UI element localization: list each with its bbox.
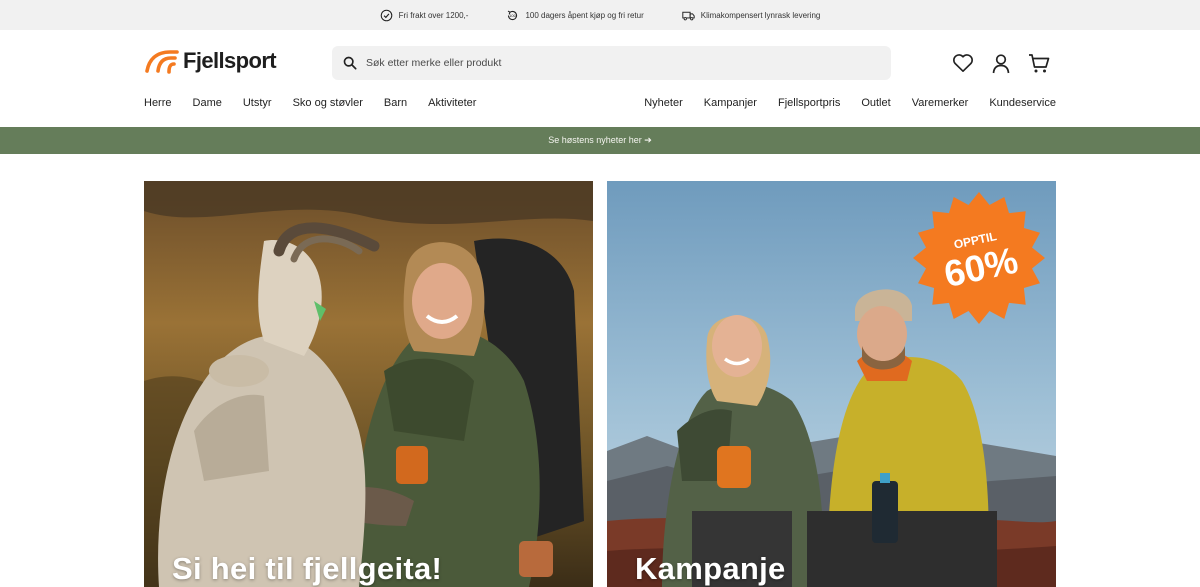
nav-item-nyheter[interactable]: Nyheter (644, 97, 683, 109)
usp-open-purchase: 100 100 dagers åpent kjøp og fri retur (506, 9, 644, 22)
secondary-nav: Nyheter Kampanjer Fjellsportpris Outlet … (644, 97, 1056, 109)
search-bar[interactable] (332, 46, 891, 80)
usp-text: Klimakompensert lynrask levering (700, 10, 821, 20)
cart-button[interactable] (1027, 52, 1050, 74)
nav-item-outlet[interactable]: Outlet (861, 97, 890, 109)
logo-mark-icon (145, 50, 179, 74)
hero-card-goat[interactable]: Si hei til fjellgeita! (144, 181, 593, 587)
main-nav: Herre Dame Utstyr Sko og støvler Barn Ak… (144, 97, 476, 109)
return-icon: 100 (508, 10, 518, 20)
site-header: Fjellsport Herre Dame Utstyr Sko og støv… (0, 30, 1200, 127)
nav-item-varemerker[interactable]: Varemerker (912, 97, 969, 109)
nav-item-kampanjer[interactable]: Kampanjer (704, 97, 757, 109)
usp-free-shipping: Fri frakt over 1200,- (380, 9, 469, 22)
hero-card-title: Kampanje (635, 551, 786, 586)
logo[interactable]: Fjellsport (144, 48, 277, 74)
nav-item-sko-og-stovler[interactable]: Sko og støvler (293, 97, 363, 109)
check-circle-icon (380, 9, 392, 21)
nav-item-dame[interactable]: Dame (193, 97, 222, 109)
hero-card-campaign[interactable]: OPPTIL 60% Kampanje (607, 181, 1056, 587)
cart-icon (1028, 53, 1049, 72)
usp-delivery: Klimakompensert lynrask levering (682, 9, 821, 22)
nav-item-kundeservice[interactable]: Kundeservice (989, 97, 1056, 109)
promo-text: Se høstens nyheter her ➔ (548, 135, 652, 145)
promo-banner[interactable]: Se høstens nyheter her ➔ (0, 127, 1200, 154)
search-input[interactable] (366, 57, 846, 69)
search-icon (343, 56, 357, 70)
heart-icon (952, 54, 973, 72)
nav-item-fjellsportpris[interactable]: Fjellsportpris (778, 97, 840, 109)
wishlist-button[interactable] (951, 52, 974, 74)
nav-item-utstyr[interactable]: Utstyr (243, 97, 272, 109)
usp-text: Fri frakt over 1200,- (398, 10, 469, 20)
discount-badge: OPPTIL 60% (913, 192, 1045, 324)
hero-card-title: Si hei til fjellgeita! (172, 551, 443, 586)
header-actions (951, 52, 1050, 74)
hero-image-goat (144, 181, 593, 587)
nav-item-aktiviteter[interactable]: Aktiviteter (428, 97, 476, 109)
truck-icon (682, 11, 695, 20)
nav-item-herre[interactable]: Herre (144, 97, 172, 109)
usp-bar: Fri frakt over 1200,- 100 100 dagers åpe… (0, 0, 1200, 30)
svg-text:100: 100 (510, 13, 518, 18)
user-icon (992, 53, 1009, 73)
logo-text: Fjellsport (183, 48, 277, 73)
usp-text: 100 dagers åpent kjøp og fri retur (525, 10, 644, 20)
account-button[interactable] (989, 52, 1012, 74)
nav-item-barn[interactable]: Barn (384, 97, 407, 109)
